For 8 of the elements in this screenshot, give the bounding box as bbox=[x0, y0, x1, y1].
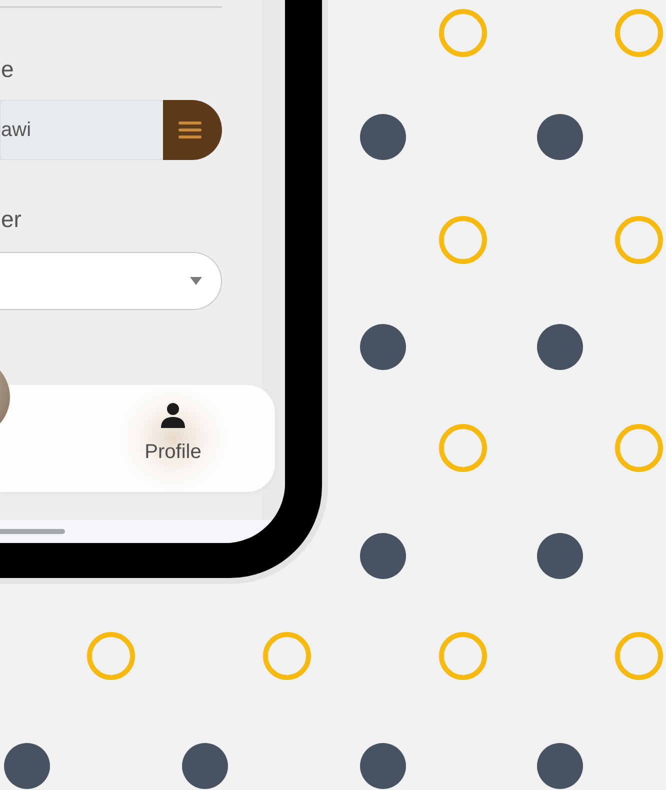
caret-icon bbox=[190, 277, 202, 285]
field-label: er bbox=[0, 206, 22, 232]
menu-icon bbox=[178, 120, 202, 140]
person-icon bbox=[160, 402, 186, 428]
menu-button[interactable] bbox=[163, 100, 222, 160]
field-label: e bbox=[0, 56, 15, 82]
input-field[interactable]: awi bbox=[0, 100, 163, 160]
dropdown-field[interactable] bbox=[0, 252, 222, 310]
